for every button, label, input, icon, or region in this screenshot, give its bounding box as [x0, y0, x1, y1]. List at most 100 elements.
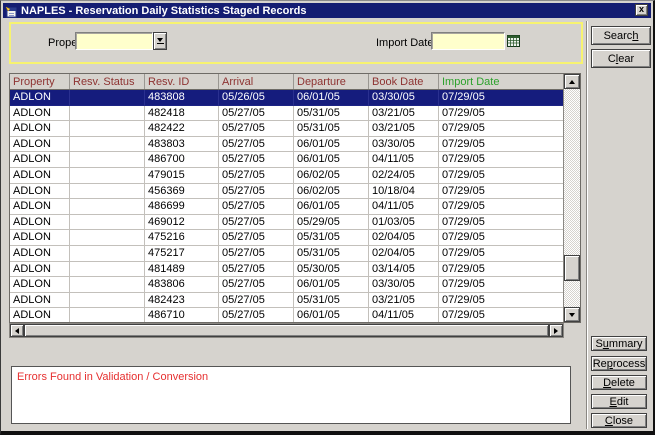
arrow-up-icon	[569, 80, 575, 84]
table-row[interactable]: ADLON45636905/27/0506/02/0510/18/0407/29…	[10, 184, 563, 200]
close-button[interactable]: Close	[591, 413, 647, 428]
cell-resv-id: 486710	[145, 308, 219, 322]
scroll-down-button[interactable]	[564, 307, 580, 322]
close-window-button[interactable]: x	[635, 4, 648, 16]
cell-resv-id: 482418	[145, 106, 219, 122]
cell-departure: 05/31/05	[294, 121, 369, 137]
column-header-property[interactable]: Property	[10, 74, 70, 89]
column-header-import-date[interactable]: Import Date	[439, 74, 580, 89]
reprocess-label-pre: Re	[593, 358, 607, 370]
table-row[interactable]: ADLON48241805/27/0505/31/0503/21/0507/29…	[10, 106, 563, 122]
cell-arrival: 05/27/05	[219, 230, 294, 246]
delete-button[interactable]: Delete	[591, 375, 647, 390]
application-icon	[5, 5, 17, 17]
cell-resv-id: 486700	[145, 152, 219, 168]
cell-departure: 06/01/05	[294, 152, 369, 168]
scroll-up-button[interactable]	[564, 74, 580, 89]
search-button[interactable]: Search	[591, 26, 651, 45]
cell-resv-id: 456369	[145, 184, 219, 200]
calendar-icon	[507, 35, 520, 47]
cell-departure: 05/31/05	[294, 230, 369, 246]
table-row[interactable]: ADLON48671005/27/0506/01/0504/11/0507/29…	[10, 308, 563, 322]
cell-departure: 05/31/05	[294, 246, 369, 262]
cell-import-date: 07/29/05	[439, 168, 563, 184]
cell-resv-status	[70, 262, 145, 278]
cell-import-date: 07/29/05	[439, 293, 563, 309]
cell-resv-id: 469012	[145, 215, 219, 231]
table-row[interactable]: ADLON48380805/26/0506/01/0503/30/0507/29…	[10, 90, 563, 106]
table-row[interactable]: ADLON48148905/27/0505/30/0503/14/0507/29…	[10, 262, 563, 278]
table-row[interactable]: ADLON48670005/27/0506/01/0504/11/0507/29…	[10, 152, 563, 168]
property-dropdown-button[interactable]	[153, 32, 167, 50]
cell-arrival: 05/27/05	[219, 121, 294, 137]
summary-button[interactable]: Summary	[591, 336, 647, 351]
cell-resv-id: 482423	[145, 293, 219, 309]
cell-resv-id: 481489	[145, 262, 219, 278]
summary-label-pre: S	[595, 338, 602, 350]
column-header-book-date[interactable]: Book Date	[369, 74, 439, 89]
cell-property: ADLON	[10, 246, 70, 262]
cell-import-date: 07/29/05	[439, 184, 563, 200]
scroll-left-button[interactable]	[10, 324, 24, 337]
validation-errors-box[interactable]: Errors Found in Validation / Conversion	[11, 366, 571, 424]
cell-arrival: 05/27/05	[219, 199, 294, 215]
table-row[interactable]: ADLON48669905/27/0506/01/0504/11/0507/29…	[10, 199, 563, 215]
delete-label-mnemonic: D	[603, 377, 611, 389]
vertical-scrollbar[interactable]	[563, 74, 580, 322]
vertical-scrollbar-thumb[interactable]	[564, 255, 580, 281]
button-column-separator	[586, 21, 588, 429]
import-date-label: Import Date	[376, 37, 433, 49]
cell-resv-status	[70, 121, 145, 137]
horizontal-scrollbar[interactable]	[9, 323, 564, 338]
table-row[interactable]: ADLON47901505/27/0506/02/0502/24/0507/29…	[10, 168, 563, 184]
clear-label-pre: C	[608, 53, 616, 65]
cell-import-date: 07/29/05	[439, 308, 563, 322]
import-date-field[interactable]	[431, 32, 505, 50]
cell-arrival: 05/27/05	[219, 106, 294, 122]
column-header-arrival[interactable]: Arrival	[219, 74, 294, 89]
cell-resv-id: 479015	[145, 168, 219, 184]
cell-book-date: 04/11/05	[369, 308, 439, 322]
column-header-resv-id[interactable]: Resv. ID	[145, 74, 219, 89]
cell-resv-status	[70, 184, 145, 200]
table-row[interactable]: ADLON48242305/27/0505/31/0503/21/0507/29…	[10, 293, 563, 309]
cell-property: ADLON	[10, 106, 70, 122]
cell-property: ADLON	[10, 90, 70, 106]
cell-book-date: 10/18/04	[369, 184, 439, 200]
cell-departure: 05/29/05	[294, 215, 369, 231]
table-row[interactable]: ADLON47521705/27/0505/31/0502/04/0507/29…	[10, 246, 563, 262]
delete-label-post: elete	[611, 377, 635, 389]
table-row[interactable]: ADLON48380305/27/0506/01/0503/30/0507/29…	[10, 137, 563, 153]
cell-book-date: 03/30/05	[369, 90, 439, 106]
staged-records-table: Property Resv. Status Resv. ID Arrival D…	[9, 73, 581, 323]
reprocess-button[interactable]: Reprocess	[591, 356, 647, 371]
cell-property: ADLON	[10, 137, 70, 153]
column-header-resv-status[interactable]: Resv. Status	[70, 74, 145, 89]
cell-property: ADLON	[10, 168, 70, 184]
calendar-button[interactable]	[506, 33, 521, 49]
horizontal-scrollbar-thumb[interactable]	[24, 324, 549, 337]
cell-book-date: 03/14/05	[369, 262, 439, 278]
table-row[interactable]: ADLON48242205/27/0505/31/0503/21/0507/29…	[10, 121, 563, 137]
table-row[interactable]: ADLON48380605/27/0506/01/0503/30/0507/29…	[10, 277, 563, 293]
arrow-right-icon	[554, 328, 558, 334]
table-row[interactable]: ADLON46901205/27/0505/29/0501/03/0507/29…	[10, 215, 563, 231]
column-header-departure[interactable]: Departure	[294, 74, 369, 89]
table-row[interactable]: ADLON47521605/27/0505/31/0502/04/0507/29…	[10, 230, 563, 246]
cell-arrival: 05/27/05	[219, 308, 294, 322]
edit-button[interactable]: Edit	[591, 394, 647, 409]
property-field[interactable]	[75, 32, 153, 50]
cell-book-date: 03/21/05	[369, 106, 439, 122]
cell-resv-id: 475217	[145, 246, 219, 262]
cell-import-date: 07/29/05	[439, 262, 563, 278]
scroll-right-button[interactable]	[549, 324, 563, 337]
cell-import-date: 07/29/05	[439, 277, 563, 293]
cell-resv-status	[70, 215, 145, 231]
cell-import-date: 07/29/05	[439, 121, 563, 137]
cell-resv-status	[70, 246, 145, 262]
cell-book-date: 02/04/05	[369, 230, 439, 246]
cell-book-date: 03/21/05	[369, 121, 439, 137]
clear-button[interactable]: Clear	[591, 49, 651, 68]
cell-property: ADLON	[10, 215, 70, 231]
search-label-mnemonic: h	[632, 30, 638, 42]
